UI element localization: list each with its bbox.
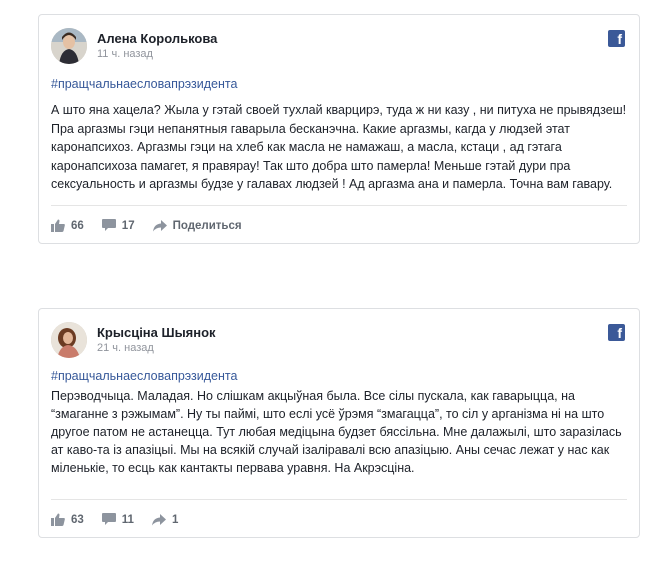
share-button[interactable]: 1 — [151, 513, 179, 526]
post-timestamp[interactable]: 11 ч. назад — [97, 48, 153, 60]
facebook-icon[interactable]: f — [608, 324, 625, 341]
author-name[interactable]: Крысціна Шыянок — [97, 325, 216, 340]
share-count: 1 — [171, 513, 179, 526]
post-actions: 66 17 Поделиться — [51, 219, 260, 232]
like-button[interactable]: 63 — [51, 513, 84, 526]
like-count: 66 — [71, 219, 84, 232]
hashtag-link[interactable]: #пращчальнаесловапрэзидента — [51, 77, 237, 91]
comment-count: 17 — [121, 219, 135, 232]
author-name[interactable]: Алена Королькова — [97, 31, 217, 46]
comment-icon — [101, 513, 116, 525]
post-card: Алена Королькова 11 ч. назад f #пращчаль… — [38, 14, 640, 244]
like-count: 63 — [71, 513, 84, 526]
share-arrow-icon — [151, 513, 166, 525]
facebook-icon[interactable]: f — [608, 30, 625, 47]
avatar[interactable] — [51, 322, 87, 358]
share-button[interactable]: Поделиться — [152, 219, 242, 232]
like-button[interactable]: 66 — [51, 219, 84, 232]
post-card: Крысціна Шыянок 21 ч. назад f #пращчальн… — [38, 308, 640, 538]
thumbs-up-icon — [51, 219, 65, 232]
divider — [51, 205, 627, 206]
share-label: Поделиться — [172, 219, 242, 232]
comment-icon — [101, 219, 116, 231]
divider — [51, 499, 627, 500]
post-text: Перэводчыца. Маладая. Но слішкам акцыўна… — [51, 389, 622, 475]
hashtag-link[interactable]: #пращчальнаесловапрэзидента — [51, 369, 237, 383]
post-actions: 63 11 1 — [51, 513, 196, 526]
post-text: А што яна хацела? Жыла у гэтай своей тух… — [51, 103, 627, 191]
post-timestamp[interactable]: 21 ч. назад — [97, 342, 154, 354]
thumbs-up-icon — [51, 513, 65, 526]
comment-count: 11 — [121, 513, 134, 526]
avatar[interactable] — [51, 28, 87, 64]
comment-button[interactable]: 17 — [101, 219, 135, 232]
share-arrow-icon — [152, 219, 167, 231]
comment-button[interactable]: 11 — [101, 513, 134, 526]
